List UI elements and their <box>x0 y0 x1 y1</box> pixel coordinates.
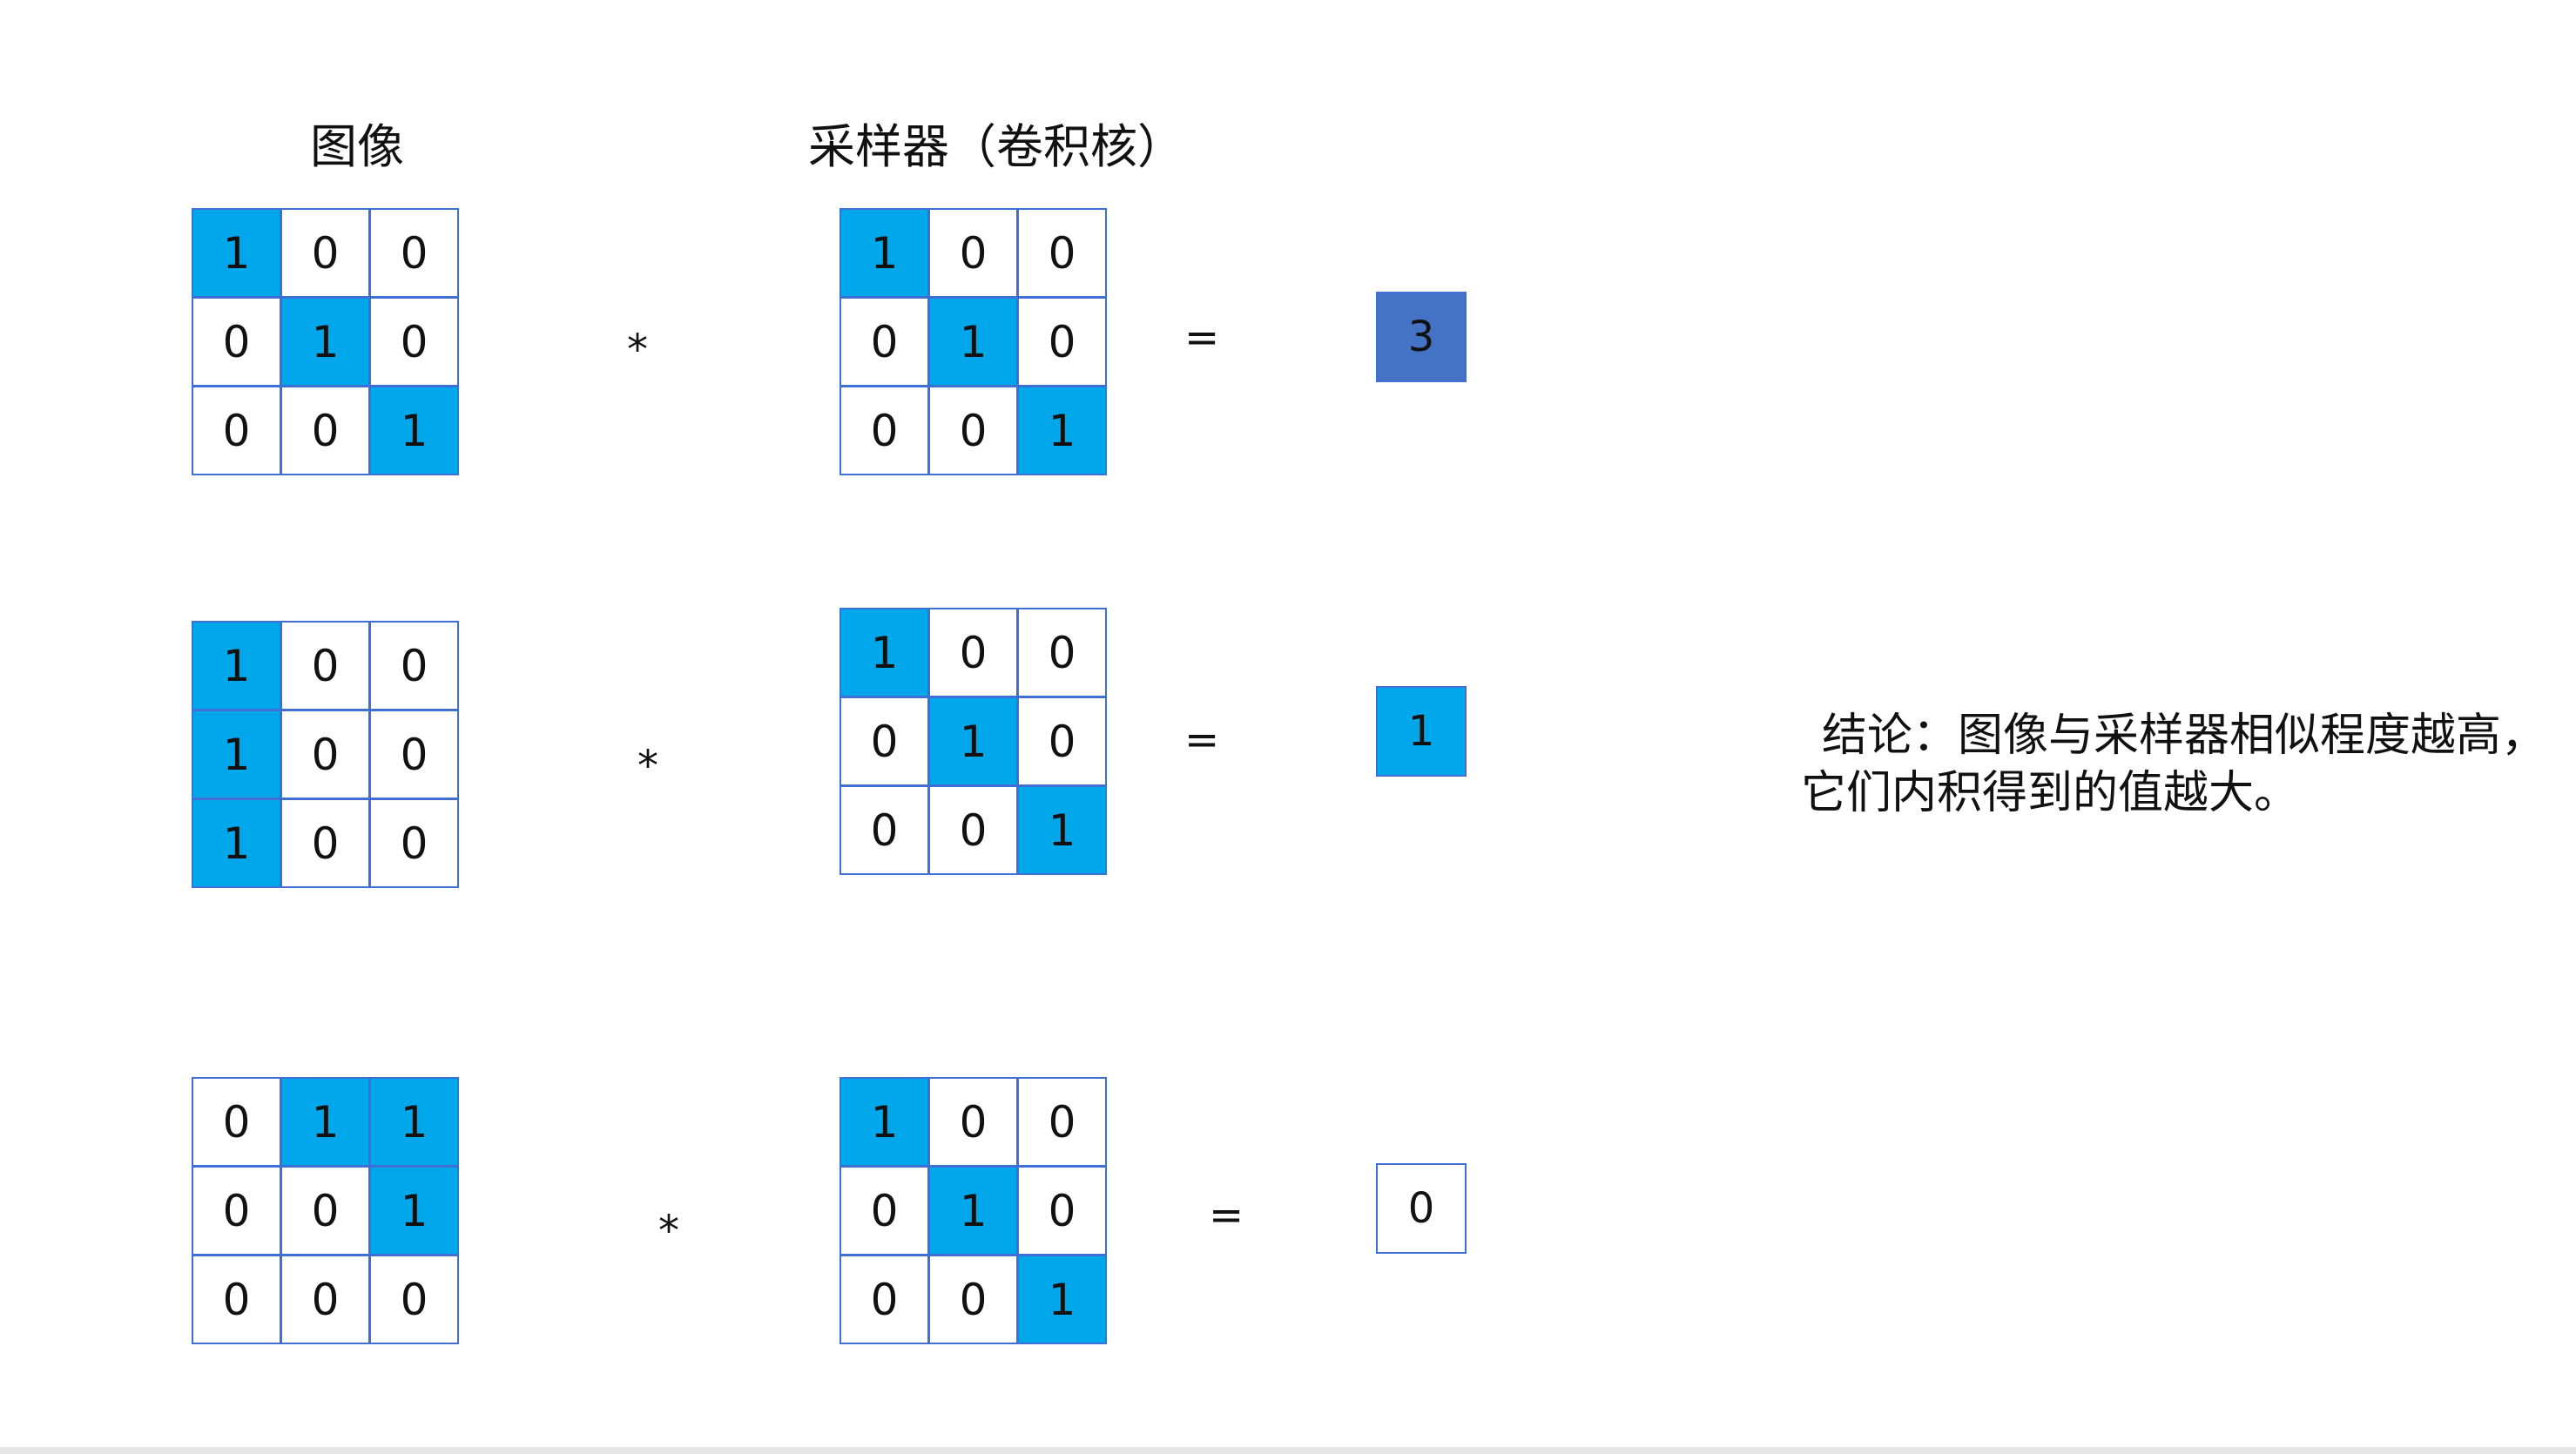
matrix-cell: 0 <box>840 297 929 387</box>
conclusion-text: 结论：图像与采样器相似程度越高， 它们内积得到的值越大。 <box>1801 707 2546 822</box>
matrix-cell: 1 <box>192 621 281 710</box>
matrix-cell: 0 <box>369 297 459 387</box>
matrix-cell: 1 <box>280 1077 370 1167</box>
matrix-cell: 0 <box>280 1166 370 1255</box>
matrix-cell: 0 <box>280 621 370 710</box>
kernel-header: 采样器（卷积核） <box>808 119 1184 174</box>
matrix-cell: 0 <box>369 798 459 888</box>
matrix-cell: 0 <box>280 1255 370 1344</box>
matrix-cell: 0 <box>928 386 1018 475</box>
matrix-cell: 0 <box>369 710 459 799</box>
matrix-cell: 1 <box>369 1166 459 1255</box>
image-header: 图像 <box>310 119 404 174</box>
multiply-operator: * <box>637 742 658 791</box>
matrix-cell: 0 <box>192 1255 281 1344</box>
result-box: 1 <box>1376 686 1467 777</box>
matrix-cell: 1 <box>192 798 281 888</box>
matrix-cell: 1 <box>280 297 370 387</box>
matrix-cell: 0 <box>1017 608 1107 697</box>
matrix-cell: 1 <box>928 697 1018 786</box>
matrix-cell: 1 <box>840 1077 929 1167</box>
matrix-cell: 0 <box>280 208 370 298</box>
kernel-grid: 100010001 <box>840 1077 1107 1344</box>
matrix-cell: 0 <box>1017 208 1107 298</box>
equals-sign: = <box>1184 716 1220 764</box>
matrix-cell: 0 <box>280 386 370 475</box>
conclusion-line-2: 它们内积得到的值越大。 <box>1801 767 2300 819</box>
matrix-cell: 1 <box>928 297 1018 387</box>
matrix-cell: 0 <box>840 697 929 786</box>
matrix-cell: 1 <box>369 1077 459 1167</box>
kernel-grid: 100010001 <box>840 208 1107 475</box>
matrix-cell: 0 <box>840 1166 929 1255</box>
matrix-cell: 1 <box>1017 386 1107 475</box>
matrix-cell: 0 <box>928 785 1018 875</box>
conclusion-line-1: 结论：图像与采样器相似程度越高， <box>1822 710 2547 762</box>
matrix-cell: 1 <box>840 208 929 298</box>
matrix-cell: 1 <box>369 386 459 475</box>
matrix-cell: 0 <box>192 297 281 387</box>
matrix-cell: 0 <box>369 1255 459 1344</box>
matrix-cell: 1 <box>192 710 281 799</box>
matrix-cell: 0 <box>280 798 370 888</box>
matrix-cell: 0 <box>928 608 1018 697</box>
image-grid: 100010001 <box>192 208 459 475</box>
matrix-cell: 0 <box>1017 697 1107 786</box>
matrix-cell: 0 <box>1017 297 1107 387</box>
matrix-cell: 0 <box>928 1255 1018 1344</box>
matrix-cell: 0 <box>192 1077 281 1167</box>
equals-sign: = <box>1184 313 1220 362</box>
image-grid: 100100100 <box>192 621 459 888</box>
matrix-cell: 1 <box>840 608 929 697</box>
multiply-operator: * <box>658 1207 679 1255</box>
multiply-operator: * <box>627 326 648 374</box>
image-grid: 011001000 <box>192 1077 459 1344</box>
matrix-cell: 0 <box>192 386 281 475</box>
matrix-cell: 1 <box>1017 785 1107 875</box>
matrix-cell: 0 <box>840 785 929 875</box>
result-box: 0 <box>1376 1163 1467 1254</box>
matrix-cell: 0 <box>840 1255 929 1344</box>
matrix-cell: 0 <box>1017 1077 1107 1167</box>
matrix-cell: 0 <box>928 208 1018 298</box>
matrix-cell: 0 <box>369 621 459 710</box>
matrix-cell: 0 <box>369 208 459 298</box>
matrix-cell: 0 <box>1017 1166 1107 1255</box>
matrix-cell: 0 <box>280 710 370 799</box>
result-box: 3 <box>1376 292 1467 382</box>
matrix-cell: 0 <box>928 1077 1018 1167</box>
matrix-cell: 1 <box>928 1166 1018 1255</box>
bottom-divider <box>0 1447 2576 1454</box>
equals-sign: = <box>1209 1191 1244 1240</box>
matrix-cell: 0 <box>192 1166 281 1255</box>
matrix-cell: 1 <box>192 208 281 298</box>
matrix-cell: 0 <box>840 386 929 475</box>
kernel-grid: 100010001 <box>840 608 1107 875</box>
matrix-cell: 1 <box>1017 1255 1107 1344</box>
